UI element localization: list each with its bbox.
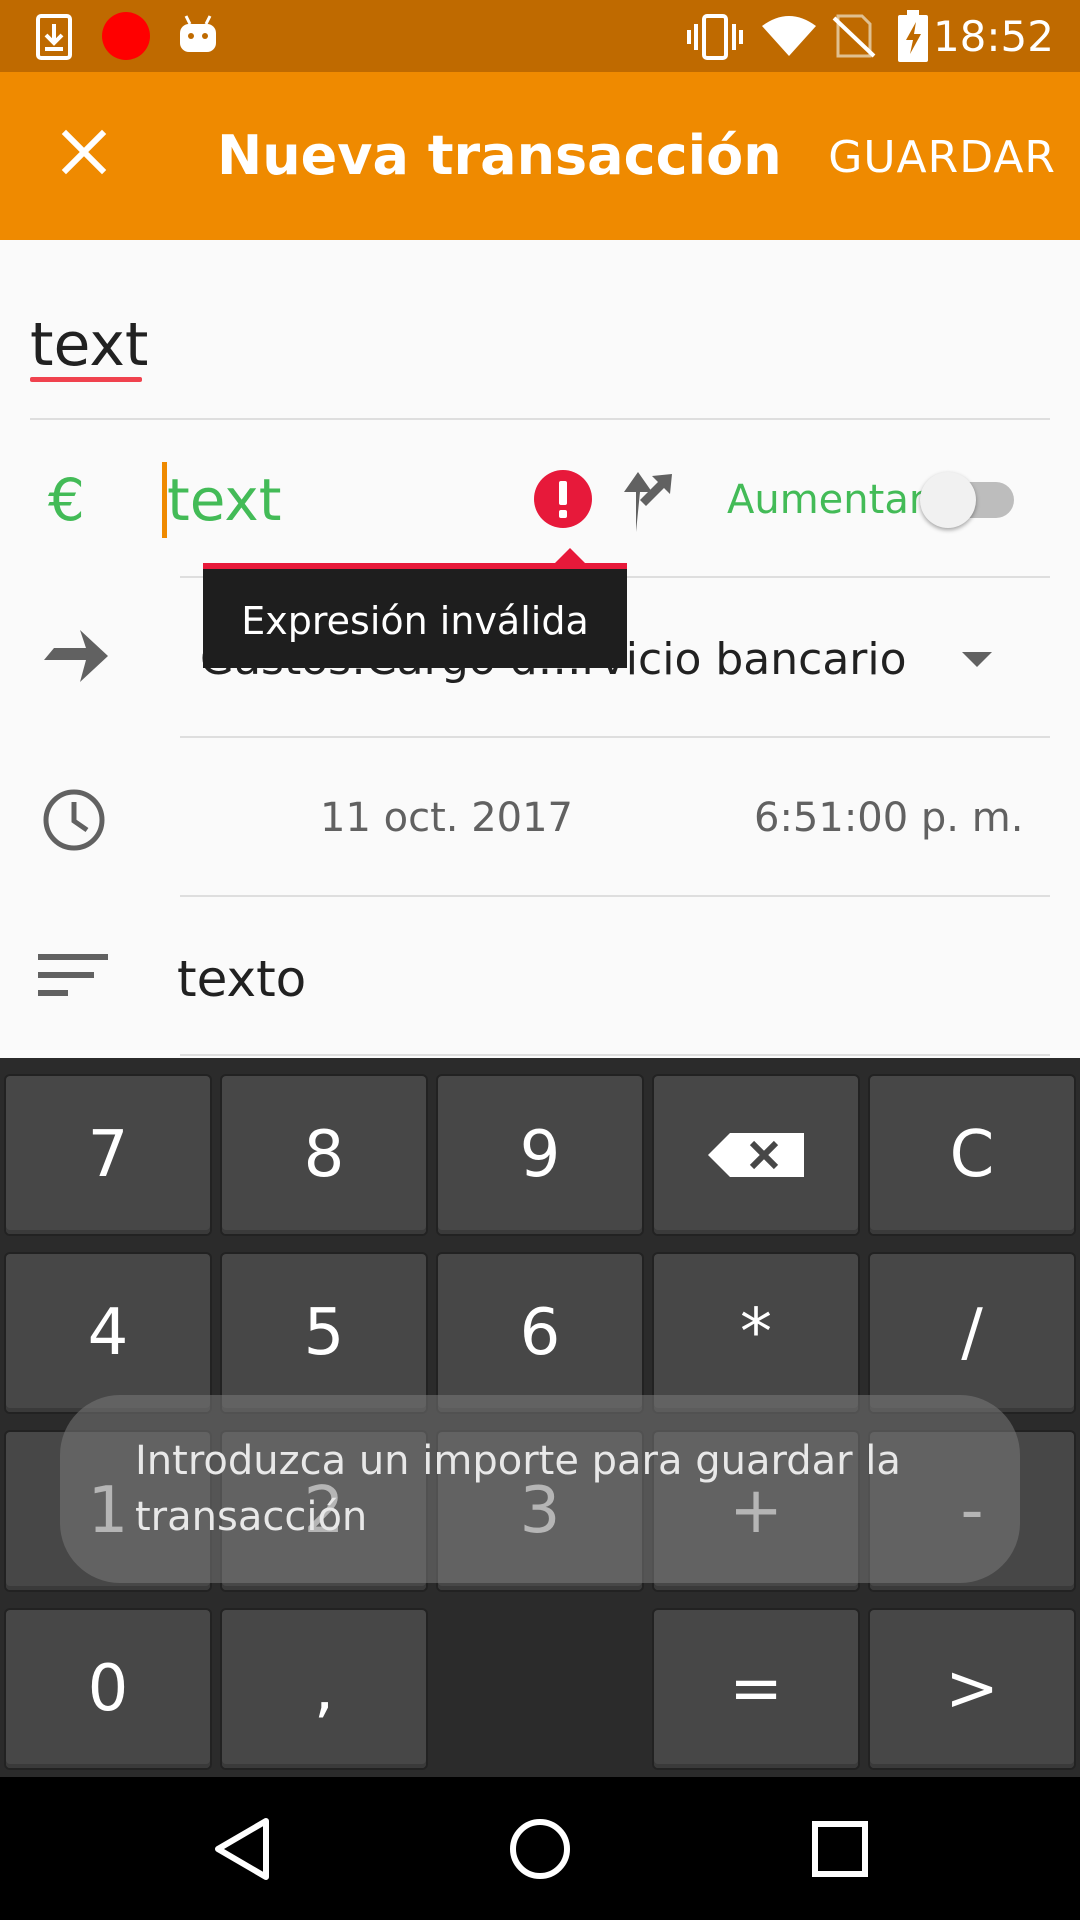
key-divide[interactable]: / bbox=[870, 1254, 1074, 1412]
date-divider bbox=[180, 895, 1050, 897]
dropdown-arrow-icon[interactable] bbox=[962, 652, 992, 667]
description-divider bbox=[30, 418, 1050, 420]
vibrate-icon bbox=[687, 14, 743, 60]
split-transaction-icon[interactable] bbox=[614, 462, 672, 534]
key-9[interactable]: 9 bbox=[438, 1076, 642, 1234]
status-time: 18:52 bbox=[932, 12, 1054, 61]
key-next[interactable]: > bbox=[870, 1610, 1074, 1768]
key-decimal[interactable]: , bbox=[222, 1610, 426, 1768]
key-0[interactable]: 0 bbox=[6, 1610, 210, 1768]
app-bar: Nueva transacción GUARDAR bbox=[0, 72, 1080, 240]
increase-toggle-thumb[interactable] bbox=[920, 472, 976, 528]
notes-input[interactable]: texto bbox=[177, 950, 306, 1008]
amount-input[interactable]: text bbox=[162, 462, 281, 538]
notes-divider bbox=[180, 1054, 1050, 1056]
spellcheck-underline bbox=[30, 377, 142, 382]
key-6[interactable]: 6 bbox=[438, 1254, 642, 1412]
key-7[interactable]: 7 bbox=[6, 1076, 210, 1234]
key-backspace[interactable] bbox=[654, 1076, 858, 1234]
battery-charging-icon bbox=[898, 10, 928, 62]
time-picker[interactable]: 6:51:00 p. m. bbox=[754, 795, 1023, 841]
toast-message: Introduzca un importe para guardar la tr… bbox=[135, 1438, 901, 1540]
error-icon bbox=[534, 470, 592, 528]
key-clear[interactable]: C bbox=[870, 1076, 1074, 1234]
android-icon bbox=[180, 15, 216, 52]
notes-icon bbox=[38, 954, 108, 996]
key-equals[interactable]: = bbox=[654, 1610, 858, 1768]
currency-symbol[interactable]: € bbox=[48, 466, 85, 534]
key-4[interactable]: 4 bbox=[6, 1254, 210, 1412]
clock-icon bbox=[43, 789, 105, 851]
no-signal-icon bbox=[832, 14, 876, 58]
key-5[interactable]: 5 bbox=[222, 1254, 426, 1412]
close-icon[interactable] bbox=[48, 116, 120, 188]
error-tooltip: Expresión inválida bbox=[203, 563, 627, 668]
back-icon[interactable] bbox=[212, 1817, 272, 1881]
tooltip-arrow bbox=[554, 548, 586, 564]
date-picker[interactable]: 11 oct. 2017 bbox=[320, 795, 573, 841]
toast: Introduzca un importe para guardar la tr… bbox=[60, 1395, 1020, 1583]
increase-label: Aumentar bbox=[727, 477, 926, 523]
description-input[interactable]: text bbox=[30, 310, 148, 380]
status-bar: 18:52 bbox=[0, 0, 1080, 72]
page-title: Nueva transacción bbox=[217, 124, 782, 187]
account-divider bbox=[180, 736, 1050, 738]
transfer-arrow-icon bbox=[44, 630, 108, 682]
wifi-icon bbox=[762, 16, 816, 56]
navigation-bar bbox=[0, 1777, 1080, 1920]
download-icon bbox=[36, 14, 72, 60]
backspace-icon bbox=[708, 1133, 804, 1177]
key-multiply[interactable]: * bbox=[654, 1254, 858, 1412]
recents-icon[interactable] bbox=[812, 1821, 868, 1877]
key-8[interactable]: 8 bbox=[222, 1076, 426, 1234]
save-button[interactable]: GUARDAR bbox=[828, 132, 1056, 183]
home-icon[interactable] bbox=[508, 1817, 572, 1881]
record-icon bbox=[102, 12, 150, 60]
